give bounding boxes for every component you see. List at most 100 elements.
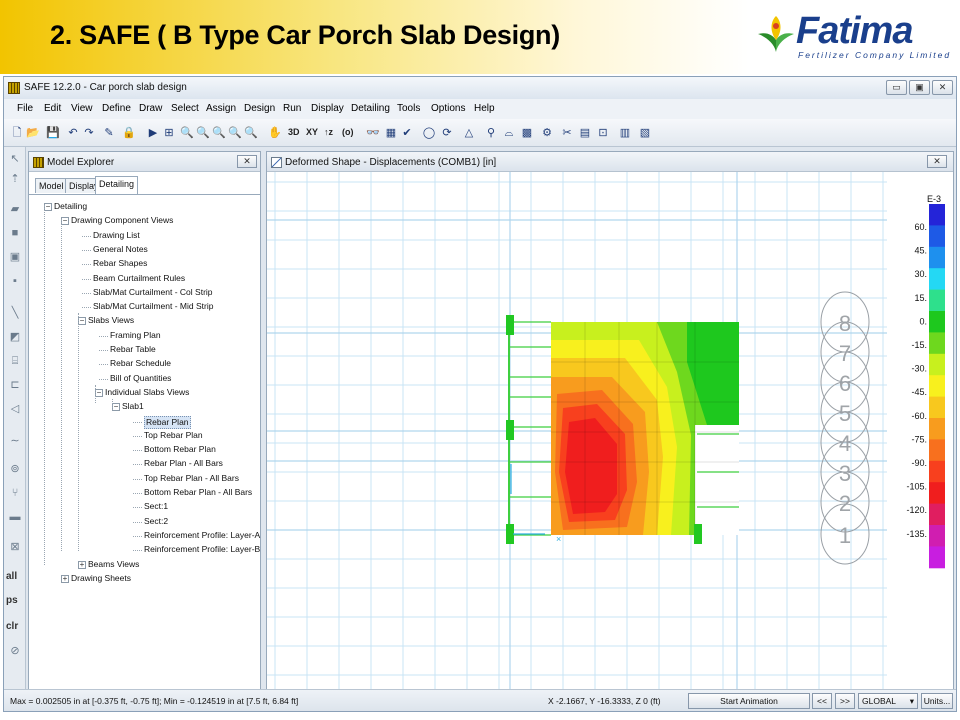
coordinate-system-select[interactable]: GLOBAL ▾ xyxy=(858,693,918,709)
tree-node[interactable]: Reinforcement Profile: Layer-A xyxy=(144,530,260,541)
table-icon[interactable]: ▥ xyxy=(618,126,632,140)
zoom-fit-icon[interactable]: 🔍 xyxy=(180,126,194,140)
glasses-icon[interactable]: 👓 xyxy=(366,126,380,140)
tree-expander[interactable]: − xyxy=(44,203,52,211)
tree-node[interactable]: Framing Plan xyxy=(110,330,161,341)
punching-icon[interactable]: ⊡ xyxy=(596,126,610,140)
menu-options[interactable]: Options xyxy=(431,103,465,114)
undo-icon[interactable]: ↶ xyxy=(66,126,80,140)
zoom-out-icon[interactable]: 🔍 xyxy=(212,126,226,140)
tree-node[interactable]: Bill of Quantities xyxy=(110,373,171,384)
draw-dimension-icon[interactable]: ∼ xyxy=(7,433,23,449)
reshape-icon[interactable]: ⇡ xyxy=(7,171,23,187)
tree-node[interactable]: Drawing Sheets xyxy=(71,573,131,584)
menu-help[interactable]: Help xyxy=(474,103,495,114)
tree-node[interactable]: Individual Slabs Views xyxy=(105,387,189,398)
pan-icon[interactable]: ✋ xyxy=(268,126,282,140)
draw-section-cut-icon[interactable]: ⑂ xyxy=(7,485,23,501)
select-grid-icon[interactable]: ⊠ xyxy=(7,539,23,555)
units-button[interactable]: Units... xyxy=(921,693,953,709)
menu-edit[interactable]: Edit xyxy=(44,103,61,114)
zoom-window-icon[interactable]: ⊞ xyxy=(162,126,176,140)
view-xy-button[interactable]: XY xyxy=(306,127,318,137)
tree-node[interactable]: Slabs Views xyxy=(88,315,134,326)
zoom-in-icon[interactable]: 🔍 xyxy=(196,126,210,140)
contour-icon[interactable]: ▩ xyxy=(520,126,534,140)
menu-run[interactable]: Run xyxy=(283,103,301,114)
draw-reference-icon[interactable]: ⊚ xyxy=(7,461,23,477)
menu-display[interactable]: Display xyxy=(311,103,344,114)
tree-node[interactable]: Rebar Shapes xyxy=(93,258,147,269)
tree-node[interactable]: Top Rebar Plan - All Bars xyxy=(144,473,239,484)
restore-button[interactable]: ▣ xyxy=(909,80,930,95)
triangle-icon[interactable]: △ xyxy=(462,126,476,140)
close-window-button[interactable]: ✕ xyxy=(932,80,953,95)
previous-selection-button[interactable]: ps xyxy=(6,595,18,606)
menu-draw[interactable]: Draw xyxy=(139,103,162,114)
snap-icon[interactable]: ⊘ xyxy=(7,643,23,659)
tree-node[interactable]: Top Rebar Plan xyxy=(144,430,203,441)
tree-node[interactable]: Beams Views xyxy=(88,559,139,570)
close-explorer-button[interactable]: ✕ xyxy=(237,155,257,168)
menu-select[interactable]: Select xyxy=(171,103,199,114)
draw-design-strip-icon[interactable]: ▬ xyxy=(7,509,23,525)
minimize-button[interactable]: ▭ xyxy=(886,80,907,95)
draw-rectangle-icon[interactable]: ■ xyxy=(7,225,23,241)
deformed-shape-icon[interactable]: ◯ xyxy=(422,126,436,140)
tree-node[interactable]: Sect:2 xyxy=(144,516,168,527)
start-animation-button[interactable]: Start Animation xyxy=(688,693,810,709)
pencil-icon[interactable]: ✎ xyxy=(102,126,116,140)
tree-node[interactable]: Beam Curtailment Rules xyxy=(93,273,185,284)
tree-expander[interactable]: − xyxy=(61,217,69,226)
new-file-icon[interactable]: 🗋 xyxy=(10,126,24,140)
menu-design[interactable]: Design xyxy=(244,103,275,114)
pin-icon[interactable]: ⚲ xyxy=(484,126,498,140)
next-step-button[interactable]: >> xyxy=(835,693,855,709)
pointer-icon[interactable]: ↖ xyxy=(7,151,23,167)
tree-node[interactable]: Detailing xyxy=(54,201,87,212)
save-icon[interactable]: 💾 xyxy=(46,126,60,140)
tree-node[interactable]: Bottom Rebar Plan - All Bars xyxy=(144,487,252,498)
draw-wall-icon[interactable]: ⌸ xyxy=(7,353,23,369)
tree-expander[interactable]: − xyxy=(112,403,120,412)
tree-expander[interactable]: + xyxy=(78,560,86,569)
tree-node[interactable]: Drawing List xyxy=(93,230,140,241)
menu-detailing[interactable]: Detailing xyxy=(351,103,390,114)
cut-section-icon[interactable]: ✂ xyxy=(560,126,574,140)
draw-tendon-icon[interactable]: ◁ xyxy=(7,401,23,417)
displacement-contour-plot[interactable]: ×87654321 xyxy=(267,172,953,694)
redo-icon[interactable]: ↷ xyxy=(82,126,96,140)
menu-define[interactable]: Define xyxy=(102,103,131,114)
menu-assign[interactable]: Assign xyxy=(206,103,236,114)
tree-expander[interactable]: − xyxy=(95,388,103,397)
draw-line-icon[interactable]: ╲ xyxy=(7,305,23,321)
tree-node[interactable]: Reinforcement Profile: Layer-B xyxy=(144,544,260,555)
menu-view[interactable]: View xyxy=(71,103,93,114)
tree-node[interactable]: Drawing Component Views xyxy=(71,215,173,226)
previous-step-button[interactable]: << xyxy=(812,693,832,709)
lock-icon[interactable]: 🔒 xyxy=(122,126,136,140)
tree-expander[interactable]: + xyxy=(61,574,69,583)
view-z-button[interactable]: ↑z xyxy=(324,127,333,137)
draw-quad-icon[interactable]: ▣ xyxy=(7,249,23,265)
tab-model[interactable]: Model xyxy=(35,178,68,193)
tree-node[interactable]: Bottom Rebar Plan xyxy=(144,444,216,455)
tree-node[interactable]: Slab/Mat Curtailment - Mid Strip xyxy=(93,301,213,312)
menu-file[interactable]: File xyxy=(17,103,33,114)
tree-node[interactable]: General Notes xyxy=(93,244,148,255)
open-folder-icon[interactable]: 📂 xyxy=(26,126,40,140)
grid-options-icon[interactable]: ▦ xyxy=(384,126,398,140)
select-all-button[interactable]: all xyxy=(6,571,17,582)
view-3d-button[interactable]: 3D xyxy=(288,127,300,137)
tree-node[interactable]: Slab/Mat Curtailment - Col Strip xyxy=(93,287,213,298)
reactions-icon[interactable]: ⚙ xyxy=(540,126,554,140)
check-icon[interactable]: ✔ xyxy=(400,126,414,140)
run-icon[interactable]: ▶ xyxy=(146,126,160,140)
draw-area-icon[interactable]: ▰ xyxy=(7,201,23,217)
tree-node[interactable]: Rebar Plan - All Bars xyxy=(144,458,223,469)
tree-node[interactable]: Rebar Plan xyxy=(144,415,191,429)
tree-node[interactable]: Rebar Table xyxy=(110,344,156,355)
tree-expander[interactable]: − xyxy=(78,317,86,326)
zoom-restore-icon[interactable]: 🔍 xyxy=(244,126,258,140)
draw-beam-icon[interactable]: ◩ xyxy=(7,329,23,345)
